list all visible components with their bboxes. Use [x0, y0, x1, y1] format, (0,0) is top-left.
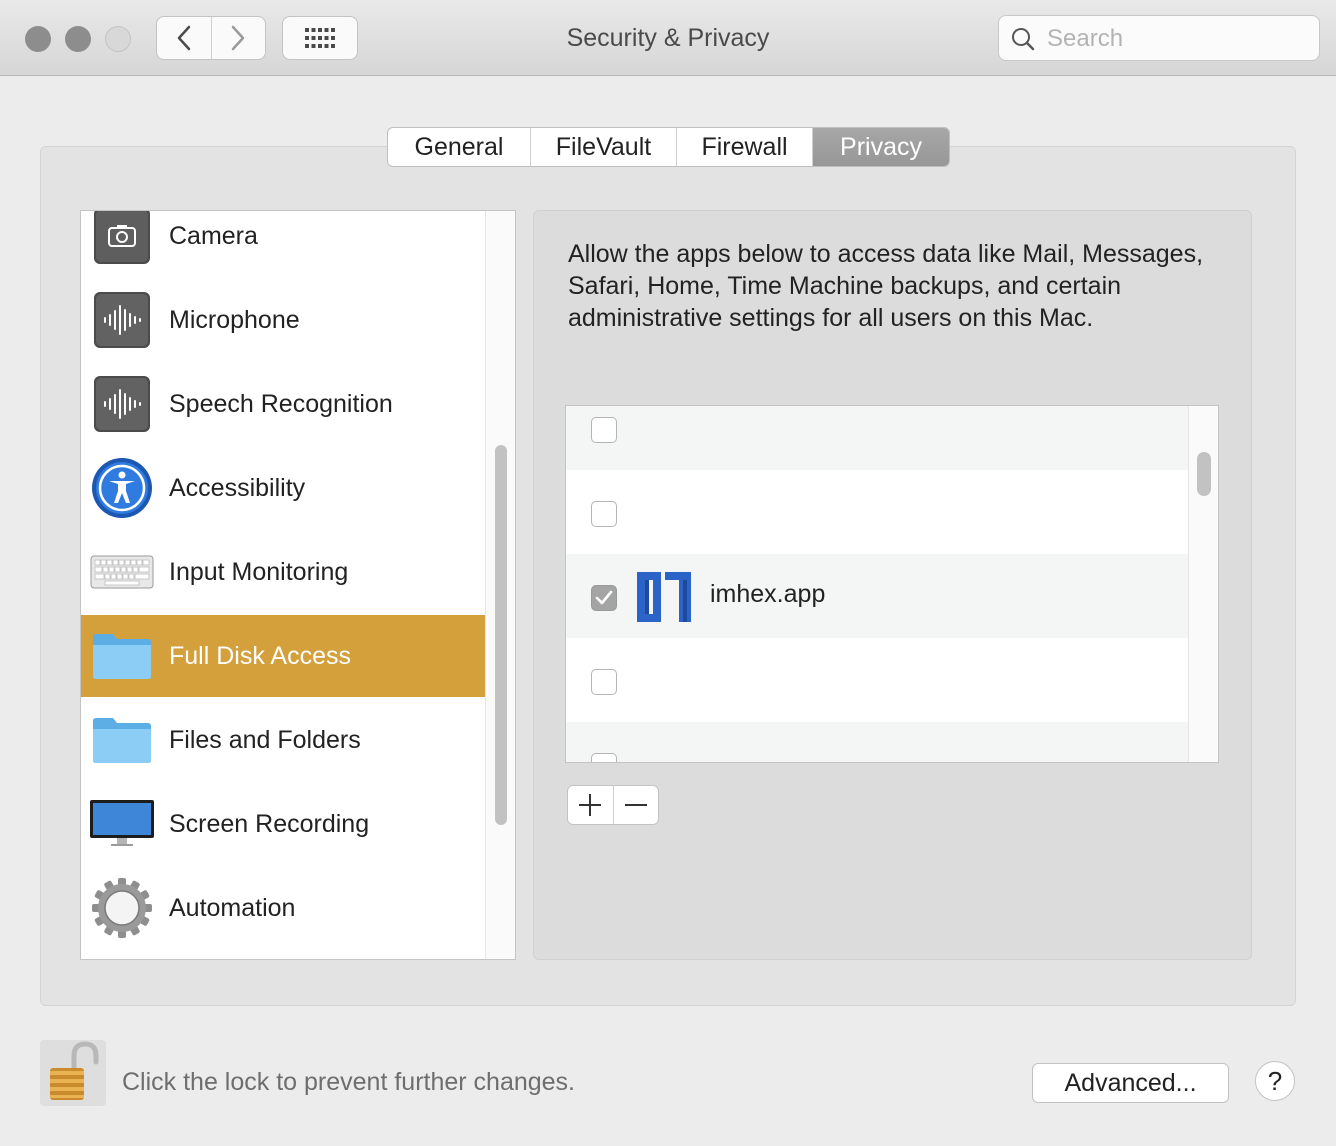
app-checkbox[interactable]	[591, 501, 617, 527]
sidebar-item-label: Speech Recognition	[169, 389, 393, 418]
remove-app-button[interactable]	[612, 786, 659, 824]
chevron-left-icon	[177, 25, 190, 51]
sidebar-item-label: Camera	[169, 221, 258, 250]
sidebar-item-screen-recording[interactable]: Screen Recording	[81, 783, 485, 865]
folder-icon	[89, 623, 155, 689]
app-list-scroll-thumb[interactable]	[1197, 452, 1211, 496]
tab-firewall[interactable]: Firewall	[676, 128, 812, 166]
app-checkbox[interactable]	[591, 585, 617, 611]
imhex-app-icon	[636, 570, 692, 629]
search-icon	[1012, 28, 1035, 51]
add-remove-buttons	[567, 785, 659, 825]
list-item	[566, 406, 1188, 470]
sidebar-item-label: Microphone	[169, 305, 300, 334]
zoom-window-button[interactable]	[105, 26, 131, 52]
search-input[interactable]	[1045, 22, 1309, 56]
checkmark-icon	[595, 590, 613, 605]
sidebar-item-label: Input Monitoring	[169, 557, 349, 586]
keyboard-icon	[89, 539, 155, 605]
sidebar-item-accessibility[interactable]: Accessibility	[81, 447, 485, 529]
back-button[interactable]	[157, 17, 211, 59]
folder-icon	[89, 707, 155, 773]
app-checkbox[interactable]	[591, 669, 617, 695]
app-name: imhex.app	[710, 580, 826, 608]
advanced-button[interactable]: Advanced...	[1032, 1063, 1229, 1103]
list-item	[566, 470, 1188, 554]
chevron-right-icon	[232, 25, 245, 51]
camera-icon	[89, 211, 155, 269]
privacy-category-list: Camera Microphone Speech Recognition Acc…	[80, 210, 516, 960]
search-field[interactable]	[998, 15, 1320, 61]
minimize-window-button[interactable]	[65, 26, 91, 52]
speech-recognition-icon	[89, 371, 155, 437]
nav-back-forward	[156, 16, 266, 60]
lock-status-text: Click the lock to prevent further change…	[122, 1068, 576, 1096]
lock-button[interactable]	[40, 1040, 106, 1106]
sidebar-item-automation[interactable]: Automation	[81, 867, 485, 949]
title-bar: Security & Privacy	[0, 0, 1336, 76]
display-icon	[89, 791, 155, 857]
help-button[interactable]: ?	[1255, 1061, 1295, 1101]
tab-bar: General FileVault Firewall Privacy	[387, 127, 950, 167]
sidebar-scrollbar[interactable]	[485, 211, 515, 959]
microphone-icon	[89, 287, 155, 353]
security-privacy-window: Security & Privacy General FileVault Fir…	[0, 0, 1336, 1146]
tab-filevault[interactable]: FileVault	[530, 128, 676, 166]
sidebar-item-label: Full Disk Access	[169, 641, 351, 670]
sidebar-item-full-disk-access[interactable]: Full Disk Access	[81, 615, 485, 697]
list-item: imhex.app	[566, 554, 1188, 638]
grid-icon	[305, 28, 335, 48]
minus-icon	[624, 804, 647, 806]
sidebar-item-input-monitoring[interactable]: Input Monitoring	[81, 531, 485, 613]
sidebar-item-files-and-folders[interactable]: Files and Folders	[81, 699, 485, 781]
panel-description: Allow the apps below to access data like…	[568, 240, 1204, 332]
window-title: Security & Privacy	[566, 24, 770, 52]
app-list: imhex.app	[565, 405, 1219, 763]
tab-privacy[interactable]: Privacy	[812, 128, 949, 166]
accessibility-icon	[89, 455, 155, 521]
sidebar-item-label: Screen Recording	[169, 809, 370, 838]
sidebar-item-camera[interactable]: Camera	[81, 211, 485, 277]
sidebar-item-microphone[interactable]: Microphone	[81, 279, 485, 361]
show-all-button[interactable]	[282, 16, 358, 60]
close-window-button[interactable]	[25, 26, 51, 52]
sidebar-item-label: Files and Folders	[169, 725, 361, 754]
sidebar-item-label: Accessibility	[169, 473, 306, 502]
list-item	[566, 638, 1188, 722]
unlocked-padlock-icon	[50, 1041, 99, 1100]
tab-general[interactable]: General	[388, 128, 530, 166]
list-item	[566, 722, 1188, 762]
app-checkbox[interactable]	[591, 753, 617, 762]
sidebar-scroll-thumb[interactable]	[495, 445, 507, 825]
plus-icon	[579, 794, 602, 816]
sidebar-item-speech-recognition[interactable]: Speech Recognition	[81, 363, 485, 445]
sidebar-item-label: Automation	[169, 893, 296, 922]
forward-button[interactable]	[210, 17, 266, 59]
app-checkbox[interactable]	[591, 417, 617, 443]
add-app-button[interactable]	[568, 786, 613, 824]
gear-icon	[89, 875, 155, 941]
app-list-scrollbar[interactable]	[1188, 406, 1218, 762]
